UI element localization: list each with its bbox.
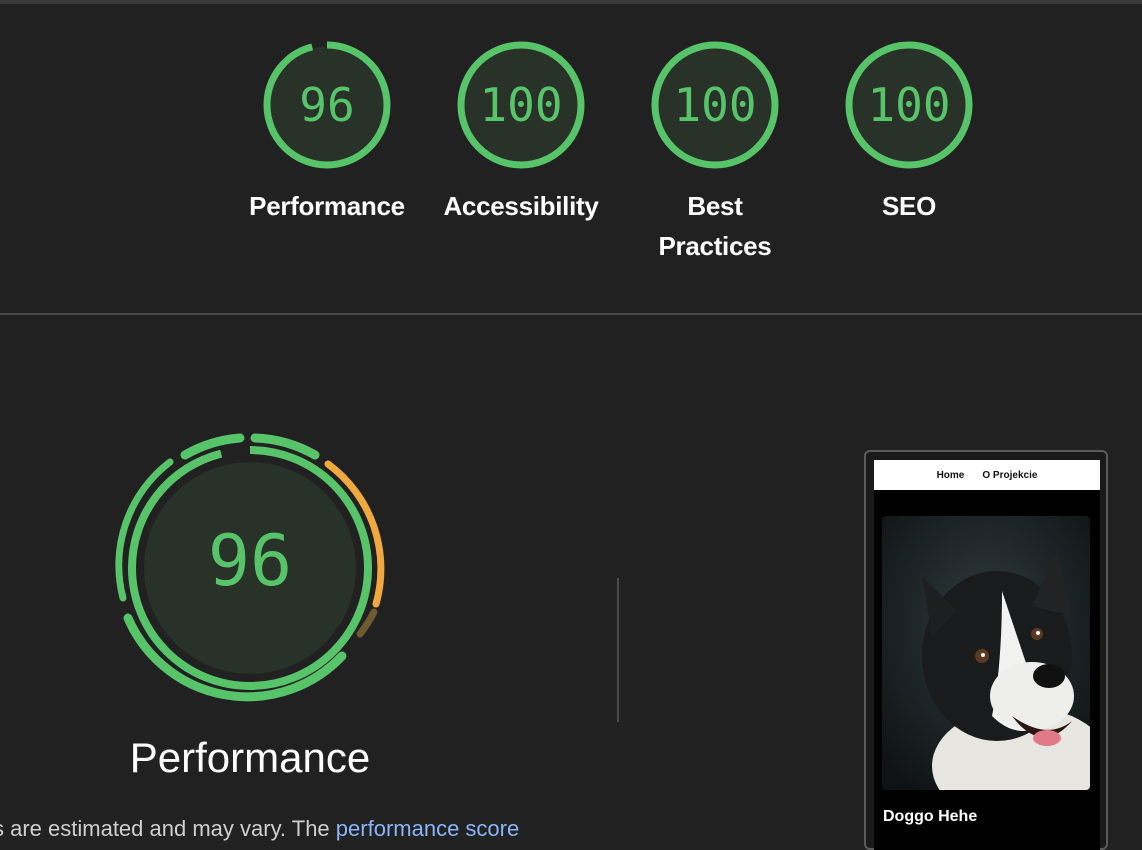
gauge-label: Performance [249,191,405,221]
gauge-label: Accessibility [443,191,599,221]
score-value: 100 [673,78,756,132]
gauge-label: SEO [881,191,936,221]
gauge-seo[interactable]: 100 SEO [824,40,994,226]
screenshot-nav: Home O Projekcie [874,460,1100,490]
gauge-best-practices[interactable]: 100 Best Practices [630,40,800,266]
score-ring: 100 [651,41,779,169]
score-value: 96 [299,78,354,132]
category-scores: 96 Performance 100 Accessibility 100 Bes… [0,40,1142,310]
screenshot-heading: Doggo Hehe [883,808,978,825]
performance-gauge-large: 96 Performance [110,428,390,781]
score-ring: 100 [457,41,585,169]
screenshot-screen: Home O Projekcie Doggo Hehe [874,460,1100,850]
gauge-label: Best Practices [658,191,772,261]
metrics-disclaimer: s are estimated and may vary. The perfor… [0,816,519,842]
performance-score: 96 [208,520,292,602]
performance-title: Performance [129,734,371,781]
gauge-performance[interactable]: 96 Performance [242,40,412,226]
nav-about: O Projekcie [982,469,1038,481]
top-border [0,0,1142,4]
performance-score-link[interactable]: performance score [336,816,519,841]
score-ring: 96 [263,41,391,169]
score-value: 100 [479,78,562,132]
final-screenshot[interactable]: Home O Projekcie Doggo Hehe [864,450,1108,850]
performance-ring: 96 [115,433,385,702]
section-divider [0,313,1142,315]
dog-photo-illustration [882,516,1090,790]
score-value: 100 [867,78,950,132]
gauge-accessibility[interactable]: 100 Accessibility [436,40,606,226]
score-ring: 100 [845,41,973,169]
vertical-divider [617,578,619,722]
nav-home: Home [936,469,965,481]
disclaimer-text: s are estimated and may vary. The [0,816,336,841]
dog-photo [882,516,1090,790]
